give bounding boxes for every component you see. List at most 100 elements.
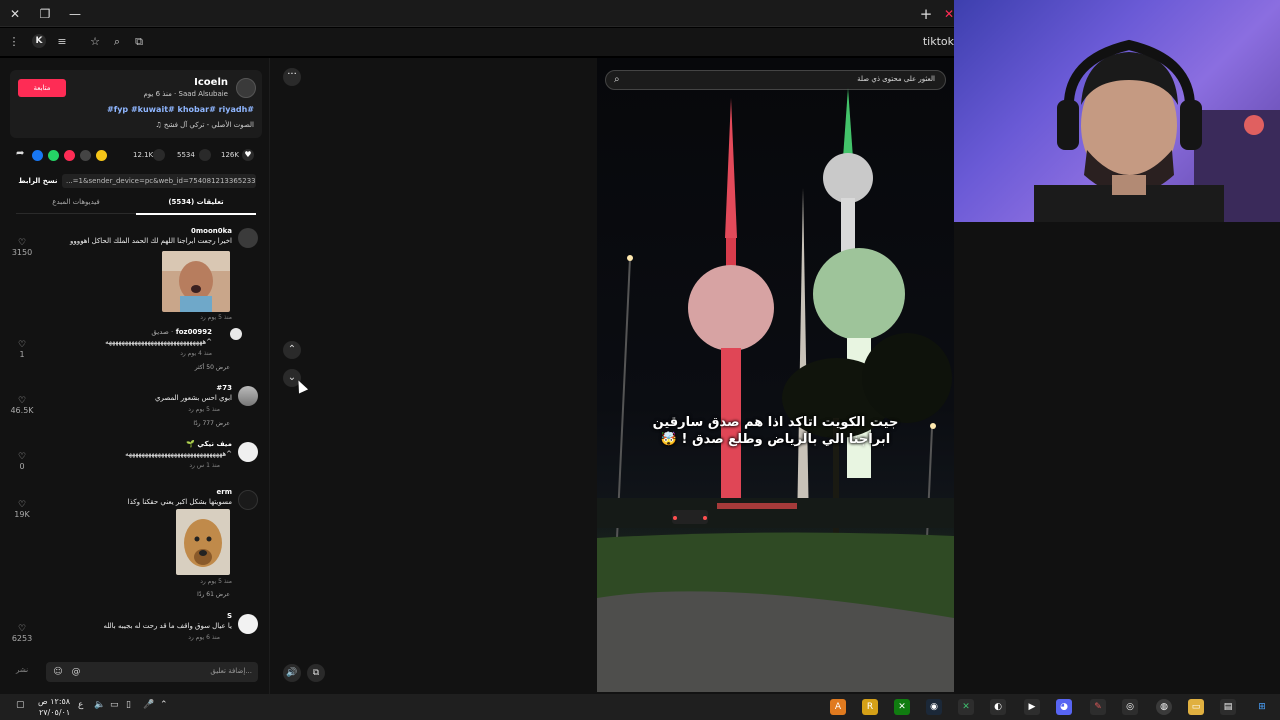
tab-comments[interactable]: تعليقات (5534) (136, 198, 256, 206)
heart-icon[interactable]: ♡ (10, 624, 34, 634)
post-button[interactable]: نشر (16, 666, 28, 674)
comment-meta: منذ 5 يوم رد (188, 406, 220, 413)
volume-tray-icon[interactable]: 🔈 (94, 700, 105, 710)
avatar[interactable] (238, 490, 258, 510)
bookmark-star-icon[interactable]: ☆ (86, 33, 104, 51)
avatar[interactable] (238, 228, 258, 248)
tiktok-share-icon[interactable] (64, 150, 75, 161)
author-name[interactable]: Icoeln (194, 77, 228, 88)
close-window-icon[interactable]: ✕ (6, 5, 24, 23)
rockstar-icon[interactable]: R (862, 699, 878, 715)
share-arrow-icon[interactable]: ➦ (16, 148, 24, 159)
battery-icon[interactable]: ▯ (126, 700, 131, 710)
comment-user-name[interactable]: foz00992 (176, 328, 212, 336)
app-icon-5[interactable]: ✕ (958, 699, 974, 715)
comment-like[interactable]: ♡ 6253 (10, 624, 34, 643)
comment-like[interactable]: ♡ 19K (10, 500, 34, 519)
restore-window-icon[interactable]: ❐ (36, 5, 54, 23)
minimize-window-icon[interactable]: — (66, 5, 84, 23)
url-text[interactable]: tiktok (923, 35, 954, 48)
tab-underline (136, 213, 256, 215)
tab-creator-videos[interactable]: فيديوهات المبدع (16, 198, 136, 206)
clock[interactable]: ١٢:٥٨ ص ٢٧/٠٥/٠١ (38, 696, 70, 718)
mouse-cursor (293, 378, 309, 394)
previous-video-button[interactable]: ⌃ (283, 341, 301, 359)
comment-user[interactable]: erm (217, 488, 233, 496)
comment-like[interactable]: ♡ 0 (10, 452, 34, 471)
right-empty-area (954, 222, 1280, 694)
view-replies[interactable]: عرض 777 ردًا (193, 420, 230, 427)
facebook-icon[interactable] (32, 150, 43, 161)
comment-user[interactable]: ميف نيكي 🌱 (186, 440, 232, 448)
windows-start-icon[interactable]: ⊞ (1254, 699, 1270, 715)
comment-image[interactable] (176, 509, 230, 575)
app-icon-1[interactable]: A (830, 699, 846, 715)
comment-user[interactable]: foz00992 · صديق (151, 328, 212, 336)
bookmark-icon[interactable] (153, 149, 165, 161)
follow-button[interactable]: متابعة (18, 79, 66, 97)
comment-user[interactable]: #73 (216, 384, 232, 392)
emoji-icon[interactable]: ☺ (52, 666, 64, 678)
heart-icon[interactable]: ♥ (242, 149, 254, 161)
hashtags[interactable]: #fyp #kuwait# khobar# riyadh# (107, 105, 254, 114)
store-icon[interactable]: ▤ (1220, 699, 1236, 715)
heart-icon[interactable]: ♡ (10, 500, 34, 510)
heart-icon[interactable]: ♡ (10, 238, 34, 248)
obs-icon[interactable]: ◎ (1122, 699, 1138, 715)
chevron-up-icon[interactable]: ⌃ (160, 700, 168, 710)
sound-link[interactable]: الصوت الأصلي - تركي آل فشخ ♫ (155, 121, 254, 129)
more-options-button[interactable]: ··· (283, 68, 301, 86)
new-tab-icon[interactable]: + (917, 5, 935, 23)
language-indicator[interactable]: ع (78, 700, 83, 710)
comment-user[interactable]: 0moon0ka (191, 227, 232, 235)
author-subtitle: Saad Alsubaie · منذ 6 يوم (143, 90, 228, 98)
notification-icon[interactable]: ▢ (16, 700, 25, 710)
heart-icon[interactable]: ♡ (10, 396, 34, 406)
avatar[interactable] (238, 386, 258, 406)
heart-icon[interactable]: ♡ (10, 452, 34, 462)
video-app-icon[interactable]: ▶ (1024, 699, 1040, 715)
author-avatar[interactable] (236, 78, 256, 98)
comment-meta: منذ 4 يوم رد (180, 350, 212, 357)
coin-icon[interactable] (96, 150, 107, 161)
app-icon-9[interactable]: ✎ (1090, 699, 1106, 715)
app-icon-6[interactable]: ◐ (990, 699, 1006, 715)
comment-text: ابوي احس بشعور المصري (155, 394, 232, 402)
heart-icon[interactable]: ♡ (10, 340, 34, 350)
profile-k-icon[interactable]: K (32, 34, 46, 48)
mention-icon[interactable]: @ (70, 666, 82, 678)
avatar[interactable] (238, 614, 258, 634)
file-explorer-icon[interactable]: ▭ (1188, 699, 1204, 715)
discord-icon[interactable]: ◕ (1056, 699, 1072, 715)
volume-icon[interactable]: 🔊 (283, 664, 301, 682)
comment-image[interactable] (162, 251, 230, 312)
comment-icon[interactable] (199, 149, 211, 161)
xbox-icon[interactable]: ✕ (894, 699, 910, 715)
embed-icon[interactable] (80, 150, 91, 161)
video-caption: جيت الكويت اتاكد اذا هم صدق سارقين ابراج… (607, 414, 944, 448)
copy-link-button[interactable]: نسخ الرابط (16, 174, 60, 188)
chrome-icon[interactable]: ◍ (1156, 699, 1172, 715)
comment-user[interactable]: S (227, 612, 232, 620)
comment-like[interactable]: ♡ 3150 (10, 238, 34, 257)
comment-meta: منذ 5 يوم رد (200, 578, 232, 585)
microphone-icon[interactable]: 🎤 (143, 700, 154, 710)
avatar[interactable] (238, 442, 258, 462)
saves-count: 12.1K (133, 151, 154, 159)
whatsapp-icon[interactable] (48, 150, 59, 161)
pip-icon[interactable]: ⧉ (307, 664, 325, 682)
network-icon[interactable]: ▭ (110, 700, 119, 710)
zoom-icon[interactable]: ⌕ (108, 33, 126, 51)
menu-dots-icon[interactable]: ⋮ (5, 33, 23, 51)
steam-icon[interactable]: ◉ (926, 699, 942, 715)
view-replies[interactable]: عرض 50 أكثر (195, 364, 230, 371)
view-replies[interactable]: عرض 61 ردًا (197, 591, 230, 598)
comment-like[interactable]: ♡ 46.5K (10, 396, 34, 415)
playlist-icon[interactable]: ≡ (53, 33, 71, 51)
video-player[interactable]: ⌕ العثور على محتوى ذي صلة جيت الكويت اتا… (597, 58, 954, 692)
screenshot-icon[interactable]: ⧉ (130, 33, 148, 51)
comment-like[interactable]: ♡ 1 (10, 340, 34, 359)
comment-input[interactable]: ☺ @ ...إضافة تعليق (46, 662, 258, 682)
avatar[interactable] (230, 328, 242, 340)
video-link[interactable]: ...=1&sender_device=pc&web_id=7540812133… (62, 174, 256, 188)
